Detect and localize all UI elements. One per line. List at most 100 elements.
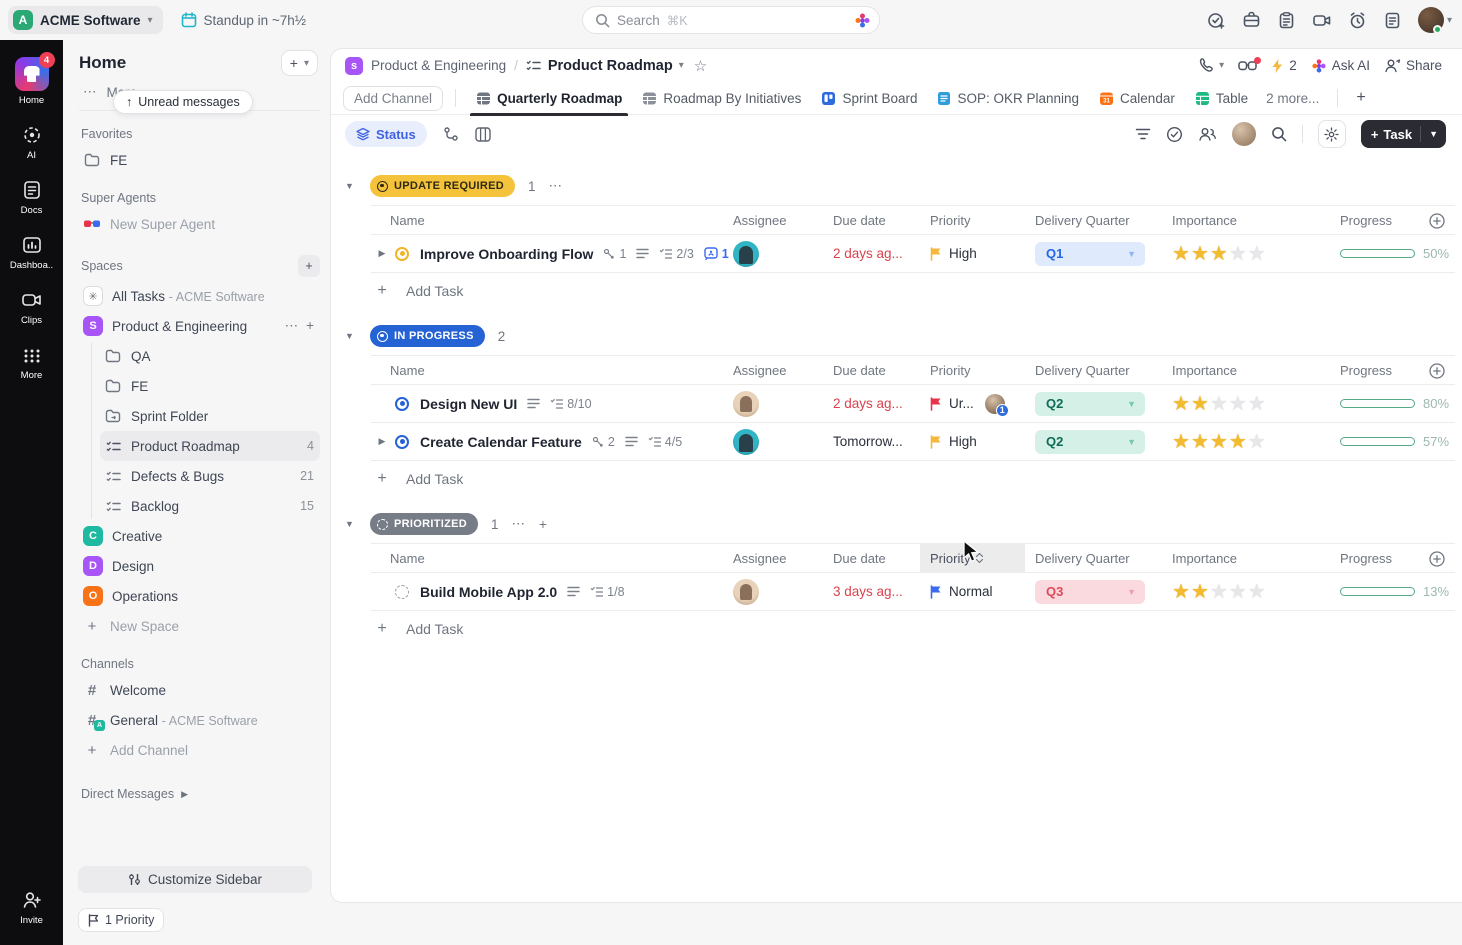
column-header-quarter[interactable]: Delivery Quarter: [1025, 544, 1162, 572]
clips-icon[interactable]: [1312, 11, 1332, 30]
rail-item-dashboards[interactable]: Dashboa..: [0, 225, 63, 280]
assignees-icon[interactable]: [1198, 126, 1217, 142]
star-empty-icon[interactable]: ★: [1229, 394, 1247, 414]
quarter-select[interactable]: Q2▼: [1035, 392, 1145, 416]
due-date[interactable]: 2 days ag...: [833, 246, 903, 261]
column-header-assignee[interactable]: Assignee: [723, 206, 823, 234]
column-header-name[interactable]: Name: [371, 544, 723, 572]
column-header-quarter[interactable]: Delivery Quarter: [1025, 356, 1162, 384]
column-header-name[interactable]: Name: [371, 206, 723, 234]
task-row[interactable]: Build Mobile App 2.0 1/8 3 days ag... No…: [371, 573, 1455, 611]
assignee-avatar[interactable]: [733, 241, 759, 267]
plus-icon[interactable]: +: [306, 318, 314, 334]
sidebar-item-fe-favorite[interactable]: FE: [79, 145, 320, 175]
column-header-name[interactable]: Name: [371, 356, 723, 384]
status-pill[interactable]: PRIORITIZED: [370, 513, 478, 535]
star-empty-icon[interactable]: ★: [1229, 244, 1247, 264]
task-name[interactable]: Build Mobile App 2.0: [420, 584, 557, 600]
task-row[interactable]: Design New UI 8/10 2 days ag... Ur... 1 …: [371, 385, 1455, 423]
automations-button[interactable]: 2: [1271, 58, 1297, 74]
reminders-icon[interactable]: [1348, 11, 1367, 30]
notepad-icon[interactable]: [1383, 11, 1402, 30]
me-filter-avatar[interactable]: [1232, 122, 1256, 146]
column-header-importance[interactable]: Importance: [1162, 544, 1330, 572]
task-name[interactable]: Design New UI: [420, 396, 517, 412]
add-channel-button[interactable]: + Add Channel: [79, 735, 320, 765]
link-count[interactable]: 2: [592, 435, 615, 449]
priority-filter-chip[interactable]: 1 Priority: [78, 908, 164, 932]
group-by-status-chip[interactable]: Status: [345, 121, 427, 147]
assignee-avatar[interactable]: [733, 429, 759, 455]
add-channel-button[interactable]: Add Channel: [343, 86, 443, 111]
standup-reminder[interactable]: Standup in ~7h½: [181, 12, 306, 28]
importance-stars[interactable]: ★★★★★: [1172, 244, 1266, 264]
star-empty-icon[interactable]: ★: [1248, 244, 1266, 264]
star-filled-icon[interactable]: ★: [1172, 432, 1190, 452]
column-header-assignee[interactable]: Assignee: [723, 356, 823, 384]
column-header-assignee[interactable]: Assignee: [723, 544, 823, 572]
column-header-priority[interactable]: Priority: [920, 544, 1025, 572]
link-count[interactable]: 1: [603, 247, 626, 261]
group-menu-icon[interactable]: ⋯: [511, 516, 526, 532]
priority-value[interactable]: High: [920, 434, 1025, 449]
add-task-button[interactable]: +Add Task: [371, 611, 1462, 647]
status-pill[interactable]: IN PROGRESS: [370, 325, 485, 347]
rail-item-more[interactable]: More: [0, 335, 63, 390]
quarter-select[interactable]: Q2▼: [1035, 430, 1145, 454]
filter-icon[interactable]: [1135, 127, 1151, 141]
star-empty-icon[interactable]: ★: [1248, 582, 1266, 602]
rail-item-invite[interactable]: Invite: [0, 880, 63, 935]
rail-item-clips[interactable]: Clips: [0, 280, 63, 335]
sidebar-item-general-channel[interactable]: #A General - ACME Software: [79, 705, 320, 735]
priority-value[interactable]: Ur... 1: [920, 394, 1025, 414]
tab-roadmap-by-initiatives[interactable]: Roadmap By Initiatives: [634, 82, 809, 115]
agents-button[interactable]: [1238, 60, 1257, 72]
collapse-caret-icon[interactable]: ▼: [345, 331, 357, 341]
importance-stars[interactable]: ★★★★★: [1172, 582, 1266, 602]
sidebar-item-product-roadmap[interactable]: Product Roadmap 4: [100, 431, 320, 461]
customize-sidebar-button[interactable]: Customize Sidebar: [78, 866, 312, 893]
add-task-button[interactable]: +Add Task: [371, 273, 1462, 309]
task-name[interactable]: Create Calendar Feature: [420, 434, 582, 450]
status-icon-in-progress[interactable]: [395, 397, 409, 411]
due-date[interactable]: 2 days ag...: [833, 396, 903, 411]
favorite-star-icon[interactable]: ☆: [694, 57, 707, 75]
group-add-icon[interactable]: +: [539, 517, 548, 532]
closed-tasks-icon[interactable]: [1166, 126, 1183, 143]
priority-value[interactable]: High: [920, 246, 1025, 261]
sidebar-item-welcome-channel[interactable]: # Welcome: [79, 675, 320, 705]
column-header-importance[interactable]: Importance: [1162, 206, 1330, 234]
star-filled-icon[interactable]: ★: [1172, 244, 1190, 264]
sidebar-item-product-engineering[interactable]: S Product & Engineering ⋯+: [79, 311, 320, 341]
sidebar-add-button[interactable]: +▾: [281, 50, 318, 76]
star-filled-icon[interactable]: ★: [1172, 582, 1190, 602]
tab-calendar[interactable]: 31 Calendar: [1091, 82, 1183, 115]
description-icon[interactable]: [527, 398, 540, 409]
column-header-importance[interactable]: Importance: [1162, 356, 1330, 384]
sidebar-item-backlog[interactable]: Backlog 15: [100, 491, 320, 521]
ai-sparkle-icon[interactable]: [854, 12, 871, 29]
description-icon[interactable]: [625, 436, 638, 447]
star-empty-icon[interactable]: ★: [1248, 432, 1266, 452]
sidebar-item-operations[interactable]: O Operations: [79, 581, 320, 611]
sidebar-item-creative[interactable]: C Creative: [79, 521, 320, 551]
sidebar-item-qa[interactable]: QA: [100, 341, 320, 371]
sidebar-item-defects-bugs[interactable]: Defects & Bugs 21: [100, 461, 320, 491]
user-menu[interactable]: ▾: [1418, 7, 1452, 33]
star-empty-icon[interactable]: ★: [1210, 394, 1228, 414]
sidebar-item-all-tasks[interactable]: ✳ All Tasks - ACME Software: [79, 281, 320, 311]
subtasks-icon[interactable]: [443, 126, 459, 142]
search-icon[interactable]: [1271, 126, 1287, 142]
new-task-button[interactable]: +Task ▼: [1361, 120, 1446, 148]
workspace-switcher[interactable]: A ACME Software ▾: [8, 6, 163, 34]
sidebar-item-new-super-agent[interactable]: New Super Agent: [79, 209, 320, 239]
checklist-count[interactable]: 2/3: [659, 247, 693, 261]
importance-stars[interactable]: ★★★★★: [1172, 432, 1266, 452]
checklist-count[interactable]: 8/10: [550, 397, 591, 411]
sidebar-item-sprint-folder[interactable]: Sprint Folder: [100, 401, 320, 431]
sidebar-item-fe[interactable]: FE: [100, 371, 320, 401]
star-empty-icon[interactable]: ★: [1248, 394, 1266, 414]
unread-messages-pill[interactable]: ↑ Unread messages: [113, 90, 253, 114]
search-input[interactable]: Search ⌘K: [582, 6, 880, 34]
add-space-button[interactable]: +: [298, 255, 320, 277]
